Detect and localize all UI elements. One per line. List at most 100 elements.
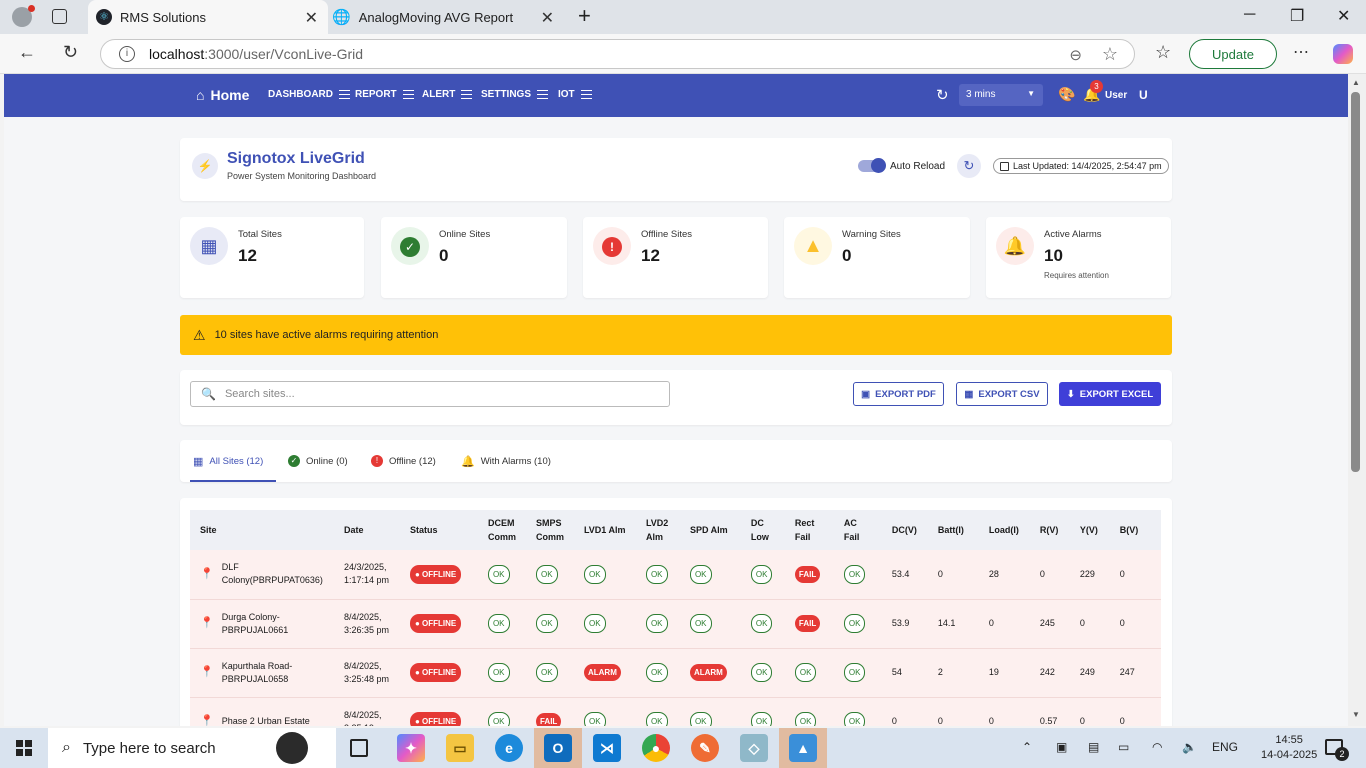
close-tab-icon[interactable]: ✕	[541, 8, 554, 28]
column-header[interactable]: SMPS Comm	[525, 510, 574, 550]
menu-report[interactable]: REPORT	[355, 89, 414, 100]
taskbar-clock[interactable]: 14:55 14-04-2025	[1261, 733, 1317, 763]
more-menu-icon[interactable]: ⋯	[1293, 42, 1309, 62]
column-header[interactable]: DC(V)	[881, 510, 928, 550]
menu-iot[interactable]: IOT	[558, 89, 592, 100]
cell-b: 0	[1109, 550, 1161, 600]
column-header[interactable]: Date	[333, 510, 400, 550]
menu-alert[interactable]: ALERT	[422, 89, 473, 100]
page-scrollbar[interactable]: ▲ ▼	[1348, 74, 1366, 726]
column-header[interactable]: DCEM Comm	[477, 510, 526, 550]
column-header[interactable]: DC Low	[740, 510, 785, 550]
site-name[interactable]: Phase 2 Urban Estate	[222, 715, 310, 726]
cell-site: 📍 DLF Colony(PBRPUPAT0636)	[190, 550, 334, 600]
scroll-down-icon[interactable]: ▼	[1352, 710, 1360, 719]
table-row[interactable]: 📍 Kapurthala Road-PBRPUJAL0658 8/4/2025, 3…	[190, 648, 1161, 698]
table-row[interactable]: 📍 DLF Colony(PBRPUPAT0636) 24/3/2025, 1:17…	[190, 550, 1161, 600]
column-header[interactable]: Status	[399, 510, 478, 550]
status-pill: OK	[794, 663, 817, 682]
reload-button[interactable]: ↻	[957, 154, 981, 178]
tray-app-icon[interactable]: ▤	[1088, 740, 1099, 754]
cell-batt: 14.1	[927, 599, 979, 649]
browser-tab-rms[interactable]: ⚛ RMS Solutions ✕	[88, 0, 328, 34]
minimize-icon[interactable]: ─	[1244, 6, 1255, 24]
close-window-icon[interactable]: ✕	[1337, 6, 1350, 26]
battery-icon[interactable]: ▭	[1118, 740, 1129, 754]
app-icon[interactable]: ◇	[740, 734, 768, 762]
cell-date: 8/4/2025, 3:25:48 pm	[333, 648, 400, 698]
postman-icon[interactable]: ✎	[691, 734, 719, 762]
column-header[interactable]: AC Fail	[833, 510, 882, 550]
tray-app-icon[interactable]: ▣	[1056, 740, 1067, 754]
tab-offline[interactable]: ! Offline (12)	[371, 455, 436, 467]
table-row[interactable]: 📍 Phase 2 Urban Estate 8/4/2025, 3:25:19 ● …	[190, 697, 1161, 726]
app-navbar: ⌂ Home DASHBOARD REPORT ALERT SETTINGS I…	[4, 74, 1348, 117]
column-header[interactable]: SPD Alm	[679, 510, 741, 550]
tray-overflow-icon[interactable]: ⌃	[1022, 740, 1032, 754]
site-name[interactable]: Durga Colony-PBRPUJAL0661	[222, 611, 324, 637]
back-icon[interactable]: ←	[18, 42, 36, 63]
browser-tab-analog[interactable]: 🌐 AnalogMoving AVG Report ✕	[332, 0, 564, 34]
tab-online[interactable]: ✓ Online (0)	[288, 455, 348, 467]
export-pdf-button[interactable]: ▣ EXPORT PDF	[853, 382, 944, 406]
home-link[interactable]: ⌂ Home	[196, 87, 249, 103]
avatar[interactable]: U	[1139, 88, 1148, 102]
copilot-icon[interactable]	[1333, 44, 1353, 64]
volume-icon[interactable]: 🔈	[1182, 740, 1197, 754]
auto-reload-toggle[interactable]	[858, 158, 886, 173]
table-body: 📍 DLF Colony(PBRPUPAT0636) 24/3/2025, 1:17…	[190, 550, 1161, 726]
column-header[interactable]: LVD1 Alm	[573, 510, 636, 550]
update-button[interactable]: Update	[1189, 39, 1277, 69]
wifi-icon[interactable]: ◠	[1152, 740, 1162, 754]
column-header[interactable]: Batt(I)	[927, 510, 979, 550]
column-header[interactable]: R(V)	[1029, 510, 1070, 550]
table-row[interactable]: 📍 Durga Colony-PBRPUJAL0661 8/4/2025, 3:26…	[190, 599, 1161, 649]
reload-icon[interactable]: ↻	[63, 42, 78, 63]
column-header[interactable]: Load(I)	[978, 510, 1030, 550]
refresh-icon[interactable]: ↻	[936, 86, 949, 104]
site-name[interactable]: DLF Colony(PBRPUPAT0636)	[222, 561, 324, 587]
user-label[interactable]: User	[1105, 90, 1127, 101]
edge-icon[interactable]: e	[495, 734, 523, 762]
export-excel-button[interactable]: ⬇ EXPORT EXCEL	[1059, 382, 1161, 406]
column-header[interactable]: Rect Fail	[784, 510, 834, 550]
column-header[interactable]: B(V)	[1109, 510, 1161, 550]
tab-all-sites[interactable]: ▦ All Sites (12)	[193, 455, 263, 468]
file-explorer-icon[interactable]: ▭	[446, 734, 474, 762]
restore-icon[interactable]: ❐	[1290, 6, 1304, 26]
tab-actions-icon[interactable]	[52, 9, 67, 24]
column-header[interactable]: Y(V)	[1069, 510, 1110, 550]
refresh-interval-select[interactable]: 3 mins ▼	[959, 84, 1043, 106]
table-header-row: Site Date Status DCEM Comm SMPS Comm LVD…	[190, 510, 1161, 550]
site-name[interactable]: Kapurthala Road-PBRPUJAL0658	[222, 660, 324, 686]
close-tab-icon[interactable]: ✕	[305, 8, 318, 28]
favorite-star-icon[interactable]: ☆	[1102, 44, 1118, 65]
column-header[interactable]: LVD2 Alm	[635, 510, 680, 550]
task-view-icon[interactable]	[350, 739, 368, 757]
status-pill: ALARM	[689, 664, 727, 681]
zoom-icon[interactable]: ⊖	[1069, 46, 1082, 64]
favorites-icon[interactable]: ☆	[1155, 42, 1171, 63]
windows-start-icon[interactable]	[16, 740, 32, 756]
url-field[interactable]: i localhost:3000/user/VconLive-Grid ⊖ ☆	[100, 39, 1135, 69]
menu-dashboard[interactable]: DASHBOARD	[268, 89, 350, 100]
scroll-up-icon[interactable]: ▲	[1352, 78, 1360, 87]
taskbar-search-input[interactable]: ⌕ Type here to search	[48, 728, 336, 768]
chrome-icon[interactable]: ●	[642, 734, 670, 762]
column-header[interactable]: Site	[190, 510, 334, 550]
palette-icon[interactable]: 🎨	[1058, 86, 1075, 103]
site-info-icon[interactable]: i	[119, 46, 135, 62]
tab-with-alarms[interactable]: 🔔 With Alarms (10)	[461, 455, 551, 468]
cell-smps: OK	[525, 648, 574, 698]
cell-dcv: 53.9	[881, 599, 928, 649]
new-tab-icon[interactable]: +	[578, 3, 591, 29]
outlook-icon[interactable]: O	[544, 734, 572, 762]
export-csv-button[interactable]: ▦ EXPORT CSV	[956, 382, 1048, 406]
language-indicator[interactable]: ENG	[1212, 740, 1238, 754]
scrollbar-thumb[interactable]	[1351, 92, 1360, 472]
copilot-app-icon[interactable]: ✦	[397, 734, 425, 762]
menu-settings[interactable]: SETTINGS	[481, 89, 549, 100]
photos-icon[interactable]: ▲	[789, 734, 817, 762]
vscode-icon[interactable]: ⋊	[593, 734, 621, 762]
search-input[interactable]: 🔍 Search sites...	[190, 381, 670, 407]
